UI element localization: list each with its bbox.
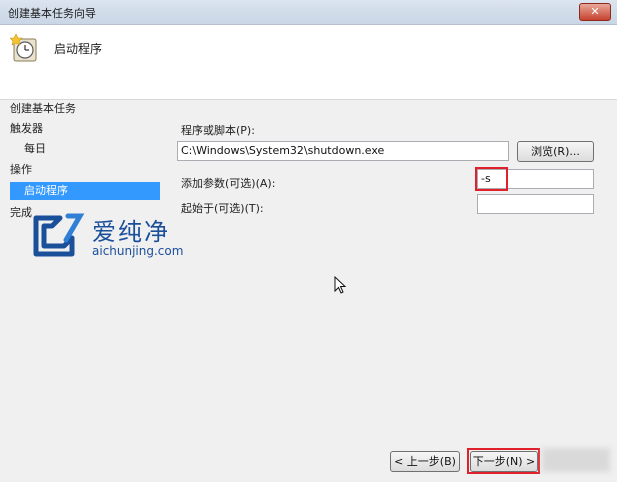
- clock-icon: [10, 33, 37, 62]
- step-action: 操作: [10, 163, 32, 176]
- watermark-url: aichunjing.com: [92, 244, 184, 258]
- step-start-program: 启动程序: [10, 182, 160, 200]
- mouse-cursor-icon: [334, 276, 347, 294]
- program-input[interactable]: C:\Windows\System32\shutdown.exe: [177, 141, 509, 161]
- next-highlight-box: [467, 448, 540, 474]
- program-label: 程序或脚本(P):: [181, 124, 255, 137]
- watermark-title: 爱纯净: [92, 218, 170, 246]
- brand-logo-icon: [33, 213, 85, 257]
- close-button[interactable]: ✕: [579, 3, 611, 21]
- args-highlight-box: [475, 167, 508, 191]
- cancel-button-blurred: [542, 448, 610, 472]
- step-daily: 每日: [24, 142, 46, 155]
- args-label: 添加参数(可选)(A):: [181, 177, 276, 190]
- step-create-task: 创建基本任务: [10, 102, 76, 115]
- watermark-logo: 爱纯净 aichunjing.com: [30, 210, 210, 262]
- step-trigger: 触发器: [10, 122, 43, 135]
- title-bar: 创建基本任务向导 ✕: [0, 0, 617, 25]
- wizard-header: 启动程序: [0, 25, 617, 100]
- wizard-steps: 创建基本任务 触发器 每日 操作 启动程序 完成: [0, 100, 160, 482]
- back-button[interactable]: < 上一步(B): [390, 451, 460, 472]
- header-title: 启动程序: [54, 42, 103, 56]
- browse-button[interactable]: 浏览(R)...: [517, 141, 594, 162]
- start-in-input[interactable]: [477, 194, 594, 214]
- window-title: 创建基本任务向导: [8, 7, 96, 20]
